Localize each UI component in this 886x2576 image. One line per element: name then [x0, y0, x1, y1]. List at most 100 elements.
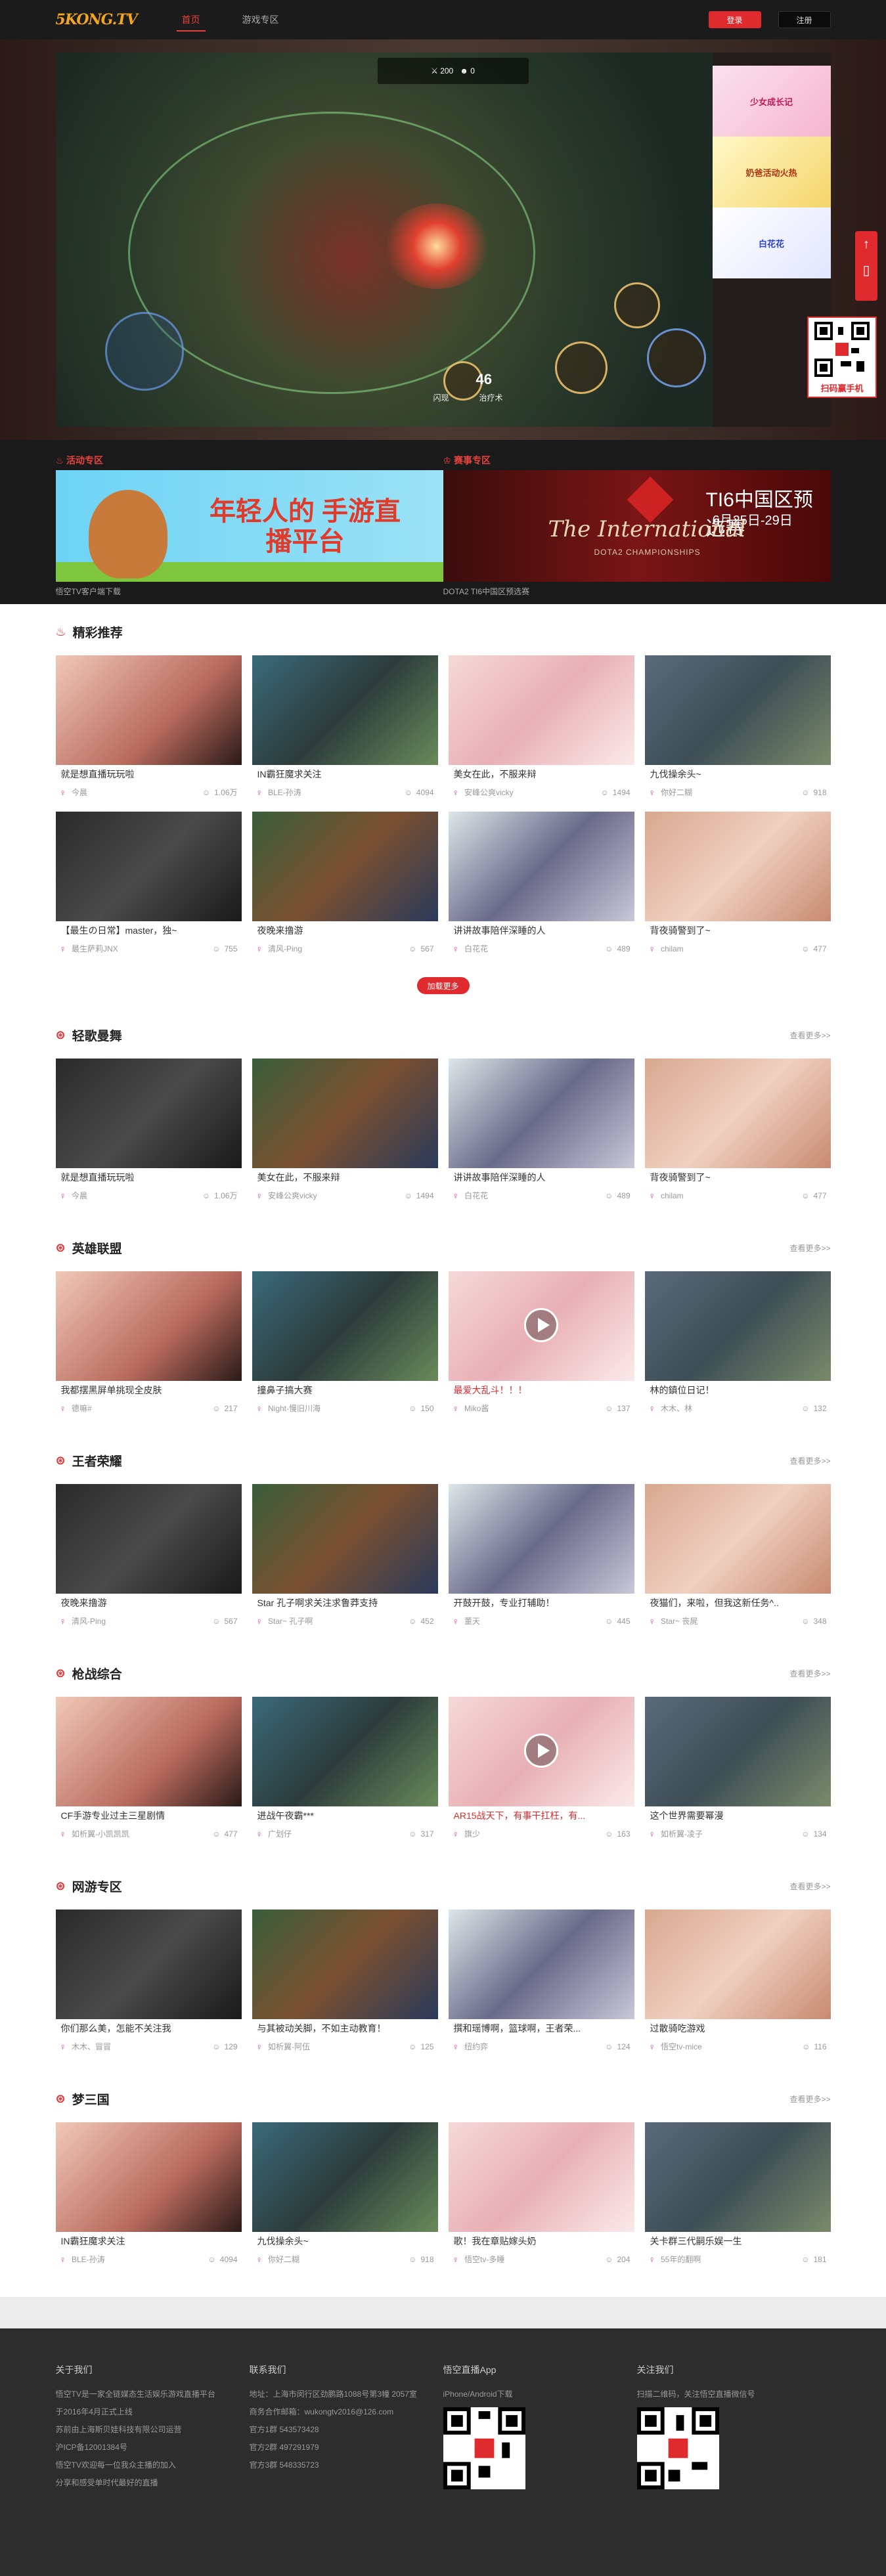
streamer-name[interactable]: 你好二糊: [268, 2251, 299, 2268]
stream-thumbnail[interactable]: [644, 1697, 831, 1806]
back-to-top-button[interactable]: ↑ ▯: [855, 231, 877, 301]
wechat-qr-code-icon[interactable]: [636, 2407, 719, 2489]
stream-thumbnail[interactable]: [55, 812, 242, 921]
stream-card[interactable]: 撞鼻子搞大赛 ♀ Night-慢旧川海 ☺ 150: [252, 1271, 438, 1420]
login-button[interactable]: 登录: [708, 11, 761, 28]
stream-thumbnail[interactable]: [644, 1910, 831, 2019]
see-more-link[interactable]: 查看更多>>: [789, 1668, 830, 1679]
stream-card[interactable]: 关卡群三代嗣乐娱一生 ♀ 55年的翻啊 ☺ 181: [644, 2122, 831, 2271]
stream-card[interactable]: 美女在此，不服来辩 ♀ 安峰公爽vicky ☺ 1494: [252, 1059, 438, 1207]
load-more-button[interactable]: 加载更多: [416, 977, 470, 994]
stream-card[interactable]: 林的鎮位日记！ ♀ 木木、林 ☺ 132: [644, 1271, 831, 1420]
stream-card[interactable]: 就是想直播玩玩啦 ♀ 今晨 ☺ 1.06万: [55, 1059, 242, 1207]
stream-title[interactable]: 美女在此，不服来辩: [449, 765, 634, 783]
stream-card[interactable]: 歌！我在章贴嫁头奶 ♀ 悟空tv-多睡 ☺ 204: [448, 2122, 634, 2271]
streamer-name[interactable]: 木木、林: [661, 1400, 692, 1417]
stream-thumbnail[interactable]: [55, 1910, 242, 2019]
streamer-name[interactable]: chilam: [661, 940, 684, 957]
stream-title[interactable]: 背夜骑警到了~: [645, 1168, 831, 1187]
activity-banner[interactable]: 年轻人的 手游直播平台: [55, 470, 443, 582]
stream-title[interactable]: IN霸狂魔求关注: [252, 765, 438, 783]
app-qr-code-icon[interactable]: [443, 2407, 525, 2489]
stream-title[interactable]: 撰和瑶博啊，篮球啊，王者荣...: [449, 2019, 634, 2038]
streamer-name[interactable]: 白花花: [464, 1187, 488, 1204]
streamer-name[interactable]: 如析翼-小凯凯凯: [72, 1825, 129, 1843]
stream-thumbnail[interactable]: [252, 1059, 438, 1168]
stream-card[interactable]: 你们那么美，怎能不关注我 ♀ 木木、冒冒 ☺ 129: [55, 1910, 242, 2058]
stream-card[interactable]: 这个世界需要幂漫 ♀ 如析翼-凌子 ☺ 134: [644, 1697, 831, 1845]
stream-card[interactable]: AR15战天下，有事干扛枉，有... ♀ 旗少 ☺ 163: [448, 1697, 634, 1845]
stream-thumbnail[interactable]: [252, 2122, 438, 2232]
stream-card[interactable]: 夜猫们，来啦，但我这新任务^.. ♀ Star~ 丧屍 ☺ 348: [644, 1484, 831, 1632]
streamer-name[interactable]: 安峰公爽vicky: [268, 1187, 317, 1204]
see-more-link[interactable]: 查看更多>>: [789, 1881, 830, 1892]
stream-card[interactable]: 与其被动关脚，不如主动教育！ ♀ 如析翼-阿伍 ☺ 125: [252, 1910, 438, 2058]
event-banner[interactable]: TI6中国区预选赛 6月25日-29日 The International DO…: [443, 470, 831, 582]
stream-card[interactable]: 背夜骑警到了~ ♀ chilam ☺ 477: [644, 1059, 831, 1207]
streamer-name[interactable]: 55年的翻啊: [661, 2251, 701, 2268]
stream-thumbnail[interactable]: [644, 812, 831, 921]
streamer-name[interactable]: 悟空tv-多睡: [464, 2251, 504, 2268]
stream-card[interactable]: IN霸狂魔求关注 ♀ BLE-孙涛 ☺ 4094: [55, 2122, 242, 2271]
stream-thumbnail[interactable]: [448, 1910, 634, 2019]
side-ad-2[interactable]: 奶爸活动火热: [712, 137, 831, 207]
qr-promo[interactable]: 扫码赢手机: [807, 317, 877, 398]
see-more-link[interactable]: 查看更多>>: [789, 2093, 830, 2105]
stream-title[interactable]: 夜晚来撸游: [56, 1594, 242, 1612]
stream-thumbnail[interactable]: [644, 1484, 831, 1594]
stream-card[interactable]: 最爱大乱斗！！！ ♀ Miko酱 ☺ 137: [448, 1271, 634, 1420]
stream-title[interactable]: 开鼓开鼓，专业打辅助！: [449, 1594, 634, 1612]
stream-thumbnail[interactable]: [55, 655, 242, 765]
streamer-name[interactable]: Night-慢旧川海: [268, 1400, 321, 1417]
stream-title[interactable]: 歌！我在章贴嫁头奶: [449, 2232, 634, 2250]
stream-thumbnail[interactable]: [448, 812, 634, 921]
streamer-name[interactable]: 旗少: [464, 1825, 480, 1843]
streamer-name[interactable]: 白花花: [464, 940, 488, 957]
stream-card[interactable]: 开鼓开鼓，专业打辅助！ ♀ 董天 ☺ 445: [448, 1484, 634, 1632]
stream-thumbnail[interactable]: [55, 1271, 242, 1381]
stream-card[interactable]: 美女在此，不服来辩 ♀ 安峰公爽vicky ☺ 1494: [448, 655, 634, 804]
streamer-name[interactable]: 最生萨莉JNX: [72, 940, 118, 957]
nav-home[interactable]: 首页: [161, 0, 221, 39]
stream-thumbnail[interactable]: [252, 655, 438, 765]
streamer-name[interactable]: 广划仔: [268, 1825, 292, 1843]
streamer-name[interactable]: Miko酱: [464, 1400, 489, 1417]
see-more-link[interactable]: 查看更多>>: [789, 1242, 830, 1254]
register-button[interactable]: 注册: [778, 11, 831, 28]
stream-title[interactable]: 与其被动关脚，不如主动教育！: [252, 2019, 438, 2038]
stream-title[interactable]: 进战午夜霸***: [252, 1806, 438, 1825]
stream-thumbnail[interactable]: [448, 1271, 634, 1381]
stream-card[interactable]: 九伐操余头~ ♀ 你好二糊 ☺ 918: [644, 655, 831, 804]
stream-title[interactable]: CF手游专业过主三星剧情: [56, 1806, 242, 1825]
stream-title[interactable]: 就是想直播玩玩啦: [56, 1168, 242, 1187]
footer-contact-line[interactable]: 商务合作邮箱：wukongtv2016@126.com: [250, 2403, 443, 2421]
stream-card[interactable]: 撰和瑶博啊，篮球啊，王者荣... ♀ 纽约弈 ☺ 124: [448, 1910, 634, 2058]
stream-card[interactable]: IN霸狂魔求关注 ♀ BLE-孙涛 ☺ 4094: [252, 655, 438, 804]
see-more-link[interactable]: 查看更多>>: [789, 1030, 830, 1041]
nav-game-zone[interactable]: 游戏专区: [221, 0, 300, 39]
stream-thumbnail[interactable]: [448, 1697, 634, 1806]
streamer-name[interactable]: 如析翼-凌子: [661, 1825, 703, 1843]
stream-thumbnail[interactable]: [252, 1697, 438, 1806]
streamer-name[interactable]: Star~ 孔子啊: [268, 1613, 313, 1630]
streamer-name[interactable]: 清风-Ping: [268, 940, 302, 957]
streamer-name[interactable]: 如析翼-阿伍: [268, 2038, 310, 2055]
stream-title[interactable]: IN霸狂魔求关注: [56, 2232, 242, 2250]
stream-card[interactable]: 进战午夜霸*** ♀ 广划仔 ☺ 317: [252, 1697, 438, 1845]
side-ad-1[interactable]: 少女成长记: [712, 66, 831, 137]
stream-title[interactable]: 你们那么美，怎能不关注我: [56, 2019, 242, 2038]
stream-title[interactable]: 美女在此，不服来辩: [252, 1168, 438, 1187]
stream-title[interactable]: 就是想直播玩玩啦: [56, 765, 242, 783]
stream-thumbnail[interactable]: [55, 1059, 242, 1168]
stream-thumbnail[interactable]: [252, 1910, 438, 2019]
play-icon[interactable]: [523, 1308, 558, 1342]
stream-card[interactable]: 夜晚来撸游 ♀ 清风-Ping ☺ 567: [252, 812, 438, 960]
stream-thumbnail[interactable]: [644, 2122, 831, 2232]
streamer-name[interactable]: Star~ 丧屍: [661, 1613, 698, 1630]
stream-title[interactable]: 关卡群三代嗣乐娱一生: [645, 2232, 831, 2250]
stream-thumbnail[interactable]: [644, 655, 831, 765]
streamer-name[interactable]: BLE-孙涛: [72, 2251, 105, 2268]
stream-thumbnail[interactable]: [252, 1271, 438, 1381]
stream-title[interactable]: 夜猫们，来啦，但我这新任务^..: [645, 1594, 831, 1612]
stream-thumbnail[interactable]: [644, 1059, 831, 1168]
